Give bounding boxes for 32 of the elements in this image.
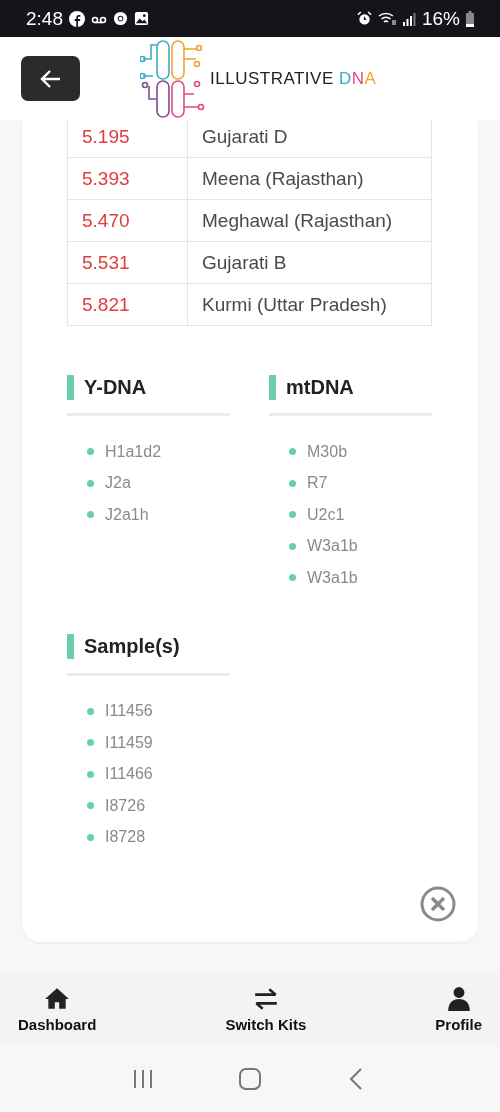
table-cell-text: Kurmi (Uttar Pradesh) [201, 292, 388, 317]
section-title: Sample(s) [84, 635, 180, 658]
table-cell-text: Gujarati D [201, 124, 289, 149]
nav-tab[interactable]: Switch Kits [225, 973, 307, 1045]
list-item: U2c1 [307, 505, 345, 524]
logo-text: ILLUSTRATIVE DNA [210, 68, 377, 89]
nav-tab[interactable]: Profile [435, 973, 482, 1045]
list-item: I11456 [105, 702, 153, 721]
section-title: Y-DNA [84, 375, 147, 399]
list-item: I11466 [105, 765, 153, 784]
list-item: R7 [307, 474, 328, 493]
list-item: I11459 [105, 733, 153, 752]
table-cell: 5.470 [68, 200, 188, 241]
nav-tab[interactable]: Dashboard [18, 973, 97, 1045]
list-item: H1a1d2 [105, 442, 162, 461]
table-cell: 5.531 [68, 242, 188, 283]
table-cell-text: Meghawal (Rajasthan) [201, 208, 394, 233]
list-item: I8726 [105, 796, 146, 815]
table-cell-text: Meena (Rajasthan) [201, 166, 365, 191]
clock-time: 2:48 [26, 7, 63, 30]
list-item: J2a1h [105, 505, 149, 524]
table-cell: 5.195 [68, 120, 188, 157]
section-title: mtDNA [286, 375, 354, 399]
list-item: W3a1b [307, 568, 358, 587]
list-item: M30b [307, 442, 348, 461]
battery-percentage: 16% [421, 7, 460, 30]
list-item: W3a1b [307, 537, 358, 556]
table-cell-text: Gujarati B [201, 250, 288, 275]
list-item: J2a [105, 474, 131, 493]
table-cell: 5.393 [68, 158, 188, 199]
table-cell: 5.821 [68, 284, 188, 325]
list-item: I8728 [105, 828, 146, 847]
